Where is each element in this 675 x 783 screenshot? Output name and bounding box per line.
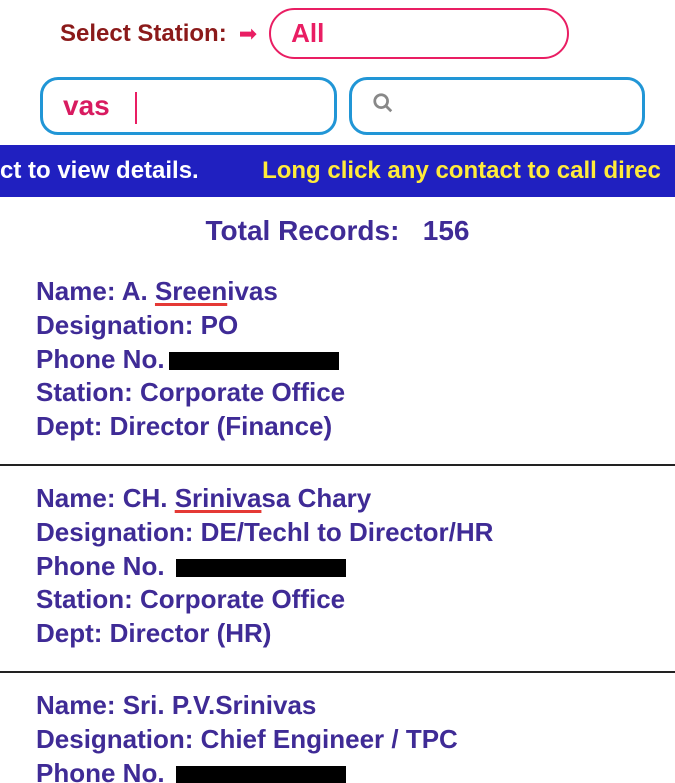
record-dept: Dept: Director (Finance)	[36, 410, 645, 444]
redacted-phone	[169, 352, 339, 370]
list-item[interactable]: Name: A. Sreenivas Designation: PO Phone…	[0, 259, 675, 466]
records-list: Name: A. Sreenivas Designation: PO Phone…	[0, 259, 675, 783]
record-phone: Phone No.	[36, 757, 645, 783]
total-records-row: Total Records: 156	[0, 197, 675, 259]
redacted-phone	[176, 559, 346, 577]
record-phone: Phone No.	[36, 550, 645, 584]
station-dropdown[interactable]: All	[269, 8, 569, 59]
search-input-value: vas	[63, 90, 110, 121]
search-input-secondary[interactable]	[349, 77, 646, 135]
select-station-label: Select Station:	[60, 20, 227, 48]
search-icon	[372, 92, 394, 120]
record-designation: Designation: PO	[36, 309, 645, 343]
total-records-count: 156	[423, 215, 470, 246]
record-station: Station: Corporate Office	[36, 583, 645, 617]
search-input-name[interactable]: vas	[40, 77, 337, 135]
arrow-right-icon: ➡	[239, 21, 257, 47]
record-phone: Phone No.	[36, 343, 645, 377]
instruction-marquee: ct to view details. Long click any conta…	[0, 145, 675, 197]
record-name: Name: CH. Srinivasa Chary	[36, 482, 645, 516]
search-row: vas	[0, 67, 675, 145]
record-station: Station: Corporate Office	[36, 376, 645, 410]
record-dept: Dept: Director (HR)	[36, 617, 645, 651]
record-name: Name: A. Sreenivas	[36, 275, 645, 309]
record-designation: Designation: DE/Techl to Director/HR	[36, 516, 645, 550]
list-item[interactable]: Name: Sri. P.V.Srinivas Designation: Chi…	[0, 673, 675, 783]
total-records-label: Total Records:	[205, 215, 399, 246]
marquee-text-2: Long click any contact to call direc	[262, 157, 661, 184]
list-item[interactable]: Name: CH. Srinivasa Chary Designation: D…	[0, 466, 675, 673]
record-designation: Designation: Chief Engineer / TPC	[36, 723, 645, 757]
marquee-text-1: ct to view details.	[0, 157, 199, 184]
station-dropdown-value: All	[291, 18, 324, 48]
record-name: Name: Sri. P.V.Srinivas	[36, 689, 645, 723]
station-select-row: Select Station: ➡ All	[0, 0, 675, 67]
redacted-phone	[176, 766, 346, 783]
